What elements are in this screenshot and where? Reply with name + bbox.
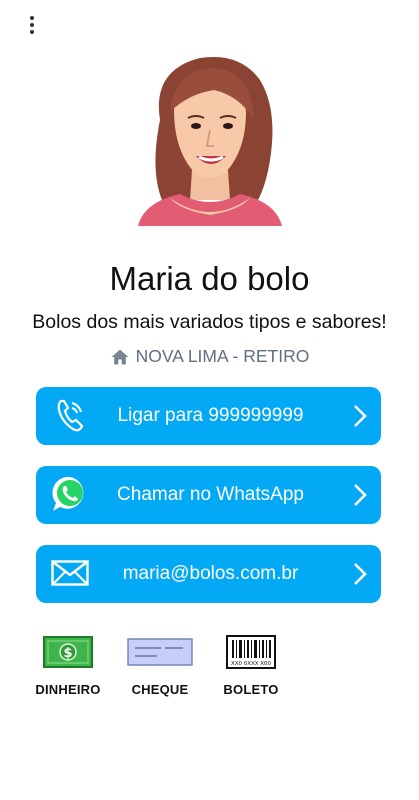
payment-cash-label: DINHEIRO [35,682,101,697]
email-icon [50,553,90,593]
chevron-right-icon [354,484,367,506]
email-button[interactable]: maria@bolos.com.br [36,545,381,603]
location: NOVA LIMA - RETIRO [0,346,419,367]
location-text: NOVA LIMA - RETIRO [135,346,310,366]
profile-name: Maria do bolo [109,260,310,297]
home-icon [111,349,128,364]
chevron-right-icon [354,405,367,427]
payment-boleto: XX0 0XXX X00 BOLETO [212,632,290,697]
call-button[interactable]: Ligar para 999999999 [36,387,381,445]
barcode-text: XX0 0XXX X00 [231,661,272,667]
cheque-icon [120,632,200,672]
phone-icon [50,395,90,435]
cash-icon: $ [28,632,108,672]
whatsapp-icon [50,474,90,514]
svg-text:$: $ [63,646,72,661]
payment-boleto-label: BOLETO [223,682,279,697]
whatsapp-button[interactable]: Chamar no WhatsApp [36,466,381,524]
payment-cheque: CHEQUE [120,632,200,697]
barcode-icon: XX0 0XXX X00 [212,632,290,672]
payment-cheque-label: CHEQUE [131,682,189,697]
more-vert-icon[interactable] [22,12,42,38]
avatar [138,56,282,226]
payment-cash: $ DINHEIRO [28,632,108,697]
profile-tagline: Bolos dos mais variados tipos e sabores! [32,311,387,333]
chevron-right-icon [354,563,367,585]
